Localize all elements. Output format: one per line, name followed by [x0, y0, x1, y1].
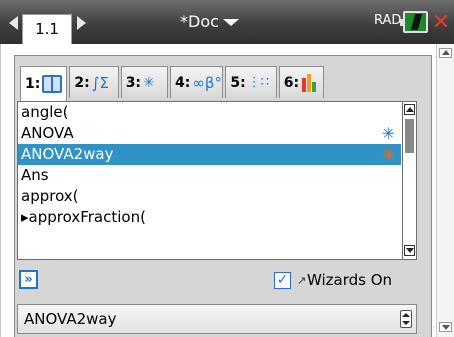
- expand-help-button[interactable]: »: [19, 270, 38, 289]
- catalog-list: angle( ANOVA ✳ ANOVA2way ✳ Ans approx( ▸…: [17, 101, 417, 260]
- list-item-label: angle(: [21, 103, 69, 121]
- list-item-label: approx(: [21, 187, 79, 205]
- scroll-down-icon[interactable]: [404, 245, 415, 256]
- tab-math-templates[interactable]: 2: ∫Σ: [69, 66, 119, 98]
- tab-templates[interactable]: 5: ⋮∷: [225, 66, 277, 98]
- list-item-label: ▸approxFraction(: [21, 208, 146, 226]
- scroll-up-icon[interactable]: [404, 104, 415, 115]
- catalog-dialog: 1: 2: ∫Σ 3: 4: ∞β° 5: ⋮∷ 6: angle( ANOVA: [14, 55, 432, 337]
- scatter-icon: [143, 74, 163, 92]
- tab-label: 6:: [283, 74, 300, 91]
- document-title-text: *Doc: [180, 12, 219, 31]
- list-item[interactable]: approx(: [18, 186, 401, 207]
- page-tab[interactable]: 1.1: [22, 14, 72, 44]
- next-page-arrow-icon[interactable]: [77, 16, 86, 30]
- wizard-icon: ✳: [381, 124, 395, 143]
- previous-page-arrow-icon[interactable]: [9, 16, 18, 30]
- list-item[interactable]: Ans: [18, 165, 401, 186]
- selected-command-value: ANOVA2way: [24, 310, 117, 328]
- wizards-checkbox[interactable]: ✓: [274, 272, 291, 289]
- infinity-beta-icon: ∞β°: [192, 73, 222, 92]
- tab-libraries[interactable]: 6:: [278, 66, 325, 98]
- matrix-icon: ⋮∷: [247, 74, 269, 90]
- catalog-tabs: 1: 2: ∫Σ 3: 4: ∞β° 5: ⋮∷ 6:: [20, 66, 326, 101]
- spinner-icon[interactable]: [400, 310, 412, 328]
- tab-label: 2:: [74, 74, 90, 91]
- scroll-down-icon[interactable]: [439, 322, 452, 332]
- book-icon: [42, 75, 63, 93]
- chevron-down-icon: [222, 19, 239, 26]
- list-item-label: ANOVA: [21, 124, 74, 142]
- list-item-selected[interactable]: ANOVA2way ✳: [18, 144, 401, 165]
- tab-symbols[interactable]: 4: ∞β°: [170, 66, 224, 98]
- list-item[interactable]: ANOVA ✳: [18, 123, 401, 144]
- top-bar: 1.1 *Doc RAD ✕: [0, 0, 454, 44]
- list-scrollbar[interactable]: [402, 102, 416, 259]
- tab-units[interactable]: 3:: [120, 66, 169, 98]
- tab-label: 3:: [125, 74, 142, 91]
- document-title[interactable]: *Doc: [180, 12, 239, 31]
- list-item-label: ANOVA2way: [21, 145, 114, 163]
- wizard-icon: ✳: [381, 145, 395, 164]
- tab-label: 4:: [175, 74, 191, 91]
- bar-chart-icon: [301, 73, 319, 92]
- battery-icon: [400, 11, 428, 33]
- close-icon[interactable]: ✕: [431, 12, 451, 34]
- list-item[interactable]: angle(: [18, 102, 401, 123]
- tab-label: 1:: [25, 76, 41, 92]
- page-scrollbar[interactable]: [436, 44, 454, 337]
- tab-alphabetical[interactable]: 1:: [20, 66, 68, 101]
- selected-command-field[interactable]: ANOVA2way: [17, 304, 417, 334]
- list-item-label: Ans: [21, 166, 49, 184]
- angle-mode-indicator: RAD: [374, 13, 402, 28]
- scroll-up-icon[interactable]: [439, 48, 452, 58]
- wizard-wand-icon: ↗: [297, 274, 307, 287]
- scroll-thumb[interactable]: [405, 119, 414, 153]
- list-item[interactable]: ▸approxFraction(: [18, 207, 401, 228]
- integral-icon: ∫Σ: [91, 73, 109, 92]
- wizards-label[interactable]: Wizards On: [307, 271, 392, 289]
- tab-label: 5:: [230, 74, 246, 91]
